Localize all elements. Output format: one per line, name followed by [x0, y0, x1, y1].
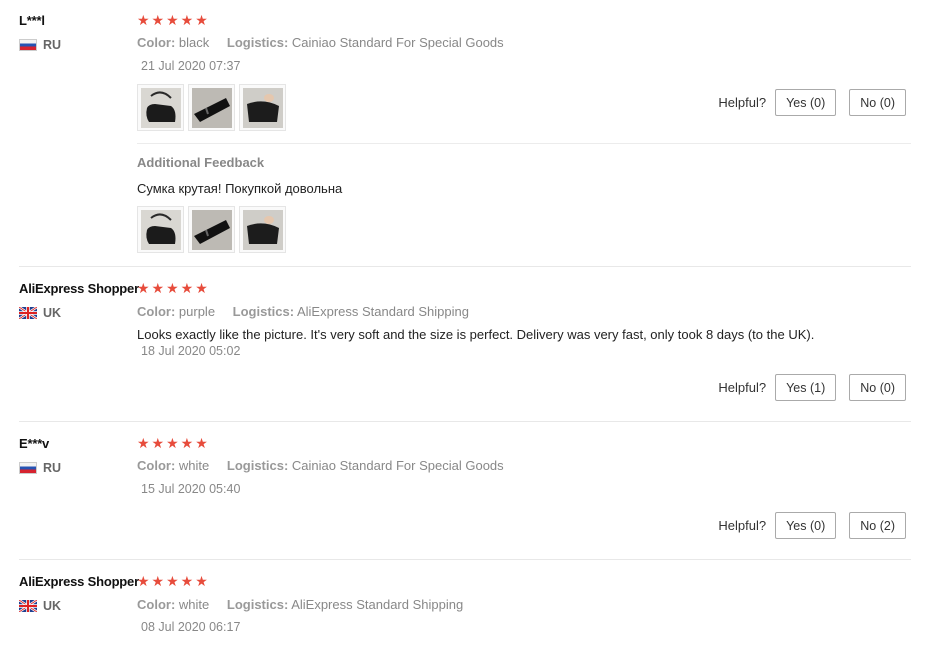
additional-feedback-text: Сумка крутая! Покупкой довольна [137, 181, 343, 196]
bag-photo-icon [141, 210, 181, 250]
helpful-yes-button[interactable]: Yes (1) [775, 374, 837, 401]
color-label: Color: [137, 35, 176, 50]
color-label: Color: [137, 597, 176, 612]
bag-photo-icon [141, 88, 181, 128]
review-photo[interactable] [188, 206, 235, 253]
color-value: white [178, 597, 210, 612]
helpful-label: Helpful? [718, 380, 767, 395]
review-photos [137, 84, 286, 131]
divider [19, 421, 911, 422]
star-rating: ★★★★★ [137, 573, 210, 589]
divider [19, 559, 911, 560]
color-value: purple [178, 304, 216, 319]
review-date: 18 Jul 2020 05:02 [141, 344, 241, 358]
helpful-no-button[interactable]: No (0) [849, 89, 906, 116]
helpful-controls: Helpful? Yes (0) No (0) [718, 89, 906, 116]
color-label: Color: [137, 458, 176, 473]
review-photo[interactable] [137, 206, 184, 253]
logistics-label: Logistics: [226, 458, 289, 473]
country-code: RU [43, 38, 62, 52]
review-photo[interactable] [239, 84, 286, 131]
reviewer-country: RU [19, 38, 61, 52]
review-photo[interactable] [188, 84, 235, 131]
reviewer-country: RU [19, 461, 61, 475]
bag-photo-icon [192, 88, 232, 128]
star-rating: ★★★★★ [137, 435, 210, 451]
bag-photo-icon [192, 210, 232, 250]
helpful-label: Helpful? [718, 95, 767, 110]
helpful-yes-button[interactable]: Yes (0) [775, 512, 837, 539]
logistics-label: Logistics: [226, 597, 289, 612]
star-rating: ★★★★★ [137, 12, 210, 28]
helpful-yes-button[interactable]: Yes (0) [775, 89, 837, 116]
reviewer-name: AliExpress Shopper [19, 574, 139, 589]
russia-flag-icon [19, 39, 37, 51]
logistics-value: Cainiao Standard For Special Goods [291, 458, 504, 473]
reviewer-name: E***v [19, 436, 50, 451]
country-code: UK [43, 599, 62, 613]
reviewer-country: UK [19, 306, 61, 320]
helpful-controls: Helpful? Yes (1) No (0) [718, 374, 906, 401]
star-rating: ★★★★★ [137, 280, 210, 296]
reviewer-name: L***l [19, 13, 45, 28]
color-label: Color: [137, 304, 176, 319]
logistics-label: Logistics: [232, 304, 295, 319]
logistics-value: Cainiao Standard For Special Goods [291, 35, 504, 50]
russia-flag-icon [19, 462, 37, 474]
helpful-label: Helpful? [718, 518, 767, 533]
divider [137, 143, 911, 144]
divider [19, 266, 911, 267]
uk-flag-icon [19, 307, 37, 319]
country-code: RU [43, 461, 62, 475]
review-meta: Color: white Logistics: AliExpress Stand… [137, 597, 477, 612]
helpful-no-button[interactable]: No (2) [849, 512, 906, 539]
review-photo[interactable] [137, 84, 184, 131]
review-date: 15 Jul 2020 05:40 [141, 482, 241, 496]
helpful-controls: Helpful? Yes (0) No (2) [718, 512, 906, 539]
additional-feedback-title: Additional Feedback [137, 155, 265, 170]
bag-photo-icon [243, 88, 283, 128]
additional-photos [137, 206, 286, 253]
color-value: black [178, 35, 210, 50]
review-date: 21 Jul 2020 07:37 [141, 59, 241, 73]
country-code: UK [43, 306, 62, 320]
logistics-value: AliExpress Standard Shipping [291, 597, 464, 612]
review-date: 08 Jul 2020 06:17 [141, 620, 241, 634]
uk-flag-icon [19, 600, 37, 612]
review-photo[interactable] [239, 206, 286, 253]
bag-photo-icon [243, 210, 283, 250]
color-value: white [178, 458, 210, 473]
review-meta: Color: black Logistics: Cainiao Standard… [137, 35, 518, 50]
logistics-value: AliExpress Standard Shipping [296, 304, 469, 319]
review-meta: Color: white Logistics: Cainiao Standard… [137, 458, 518, 473]
helpful-no-button[interactable]: No (0) [849, 374, 906, 401]
reviewer-country: UK [19, 599, 61, 613]
review-text: Looks exactly like the picture. It's ver… [137, 327, 815, 342]
logistics-label: Logistics: [226, 35, 289, 50]
review-meta: Color: purple Logistics: AliExpress Stan… [137, 304, 483, 319]
reviewer-name: AliExpress Shopper [19, 281, 139, 296]
